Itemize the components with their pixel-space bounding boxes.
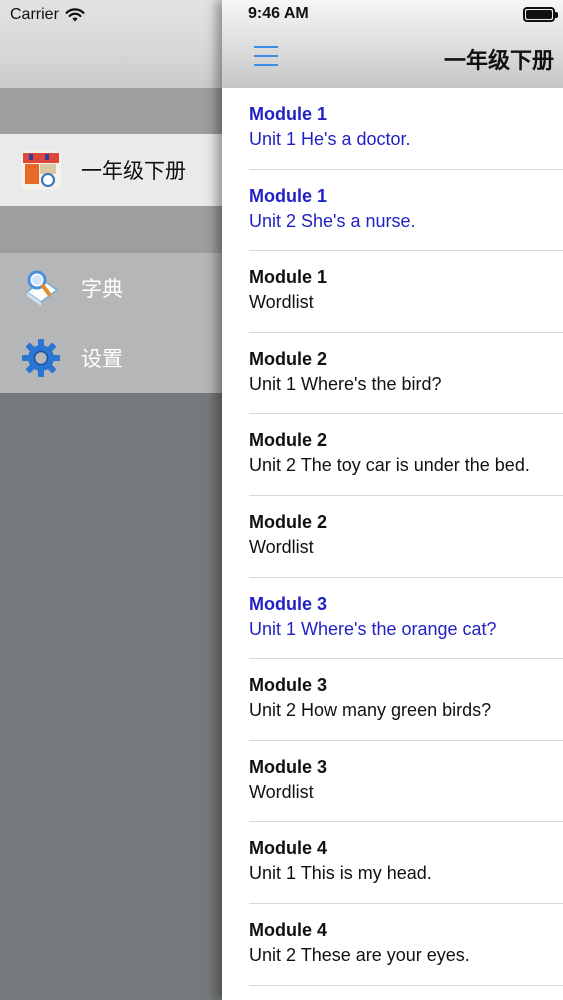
- lesson-unit: Unit 1 Where's the bird?: [249, 373, 442, 394]
- menu-spacer: [0, 88, 222, 134]
- lesson-unit: Unit 2 How many green birds?: [249, 700, 492, 721]
- book-cover-icon: [21, 150, 61, 190]
- lesson-module: Module 2: [249, 511, 328, 532]
- list-item[interactable]: Module 1 Unit 2 She's a nurse.: [222, 170, 563, 252]
- wifi-icon: [65, 8, 85, 22]
- menu-status-area: Carrier: [0, 0, 222, 88]
- menu-item-label: 一年级下册: [81, 160, 186, 183]
- main-panel: 9:46 AM 一年级下册 Module 1 Unit 1 He's a doct…: [222, 0, 563, 1000]
- lesson-module: Module 2: [249, 430, 328, 451]
- lesson-module: Module 1: [249, 185, 328, 206]
- battery-icon: [523, 7, 558, 22]
- lesson-module: Module 1: [249, 104, 328, 124]
- lesson-module: Module 4: [249, 838, 328, 859]
- menu-item-settings[interactable]: 设置: [0, 323, 222, 393]
- status-bar-left: Carrier: [10, 5, 85, 25]
- list-item[interactable]: Module 1 Wordlist: [222, 251, 563, 333]
- gear-icon: [22, 339, 60, 377]
- list-item[interactable]: Module 3 Unit 2 How many green birds?: [222, 659, 563, 741]
- list-item[interactable]: Module 3 Unit 1 Where's the orange cat?: [222, 578, 563, 660]
- lesson-unit: Unit 2 These are your eyes.: [249, 944, 470, 965]
- list-item[interactable]: Module 2 Unit 2 The toy car is under the …: [222, 414, 563, 496]
- lesson-module: Module 3: [249, 675, 328, 696]
- lesson-unit: Unit 1 This is my head.: [249, 863, 432, 884]
- list-item[interactable]: Module 3 Wordlist: [222, 741, 563, 823]
- list-item[interactable]: Module 2 Unit 1 Where's the bird?: [222, 333, 563, 415]
- list-item[interactable]: Module 2 Wordlist: [222, 496, 563, 578]
- list-item[interactable]: Module 4 Unit 2 These are your eyes.: [222, 904, 563, 986]
- lesson-unit: Unit 2 The toy car is under the bed.: [249, 455, 530, 476]
- menu-item-dictionary[interactable]: 字典: [0, 253, 222, 323]
- lesson-unit: Unit 1 He's a doctor.: [249, 129, 411, 149]
- status-time: 9:46 AM: [248, 5, 309, 22]
- list-item[interactable]: Module 1 Unit 1 He's a doctor.: [222, 88, 563, 170]
- menu-item-label: 字典: [81, 278, 123, 301]
- hamburger-icon[interactable]: [254, 46, 278, 66]
- lesson-unit: Wordlist: [249, 292, 314, 313]
- menu-spacer: [0, 206, 222, 253]
- menu-background: [0, 393, 222, 1000]
- lesson-module: Module 3: [249, 593, 328, 614]
- menu-item-grade[interactable]: 一年级下册: [0, 134, 222, 206]
- lesson-module: Module 3: [249, 756, 328, 777]
- list-item[interactable]: Module 4 Unit 1 This is my head.: [222, 822, 563, 904]
- carrier-label: Carrier: [10, 6, 59, 23]
- page-title: 一年级下册: [444, 48, 555, 73]
- lesson-list: Module 1 Unit 1 He's a doctor. Module 1 Uni…: [222, 88, 563, 986]
- menu-item-label: 设置: [81, 348, 123, 371]
- lesson-unit: Wordlist: [249, 536, 314, 557]
- lesson-module: Module 1: [249, 267, 328, 288]
- lesson-module: Module 4: [249, 919, 328, 940]
- lesson-unit: Unit 1 Where's the orange cat?: [249, 618, 497, 639]
- dictionary-icon: [25, 270, 59, 306]
- lesson-unit: Unit 2 She's a nurse.: [249, 210, 416, 231]
- lesson-unit: Wordlist: [249, 781, 314, 802]
- lesson-module: Module 2: [249, 348, 328, 369]
- navigation-bar: 9:46 AM 一年级下册: [222, 0, 563, 88]
